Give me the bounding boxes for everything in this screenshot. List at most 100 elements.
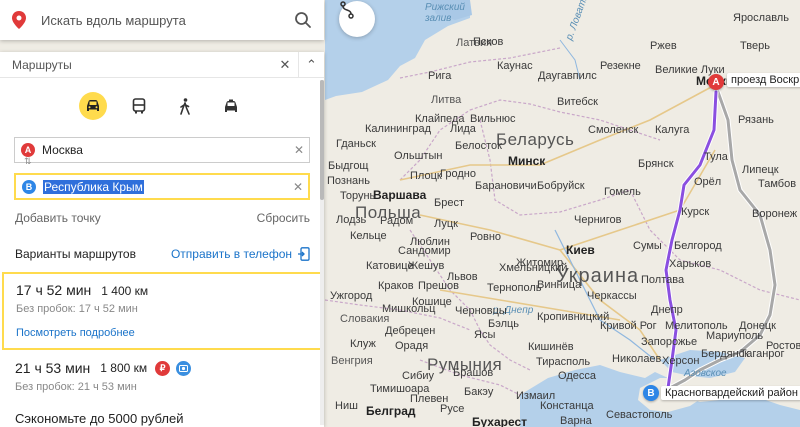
city-label: Ровно xyxy=(470,231,502,243)
panel-scrollbar[interactable] xyxy=(320,80,324,425)
city-label: Хмельницкий xyxy=(499,262,568,274)
panel-title: Маршруты xyxy=(12,57,72,72)
reset-link[interactable]: Сбросить xyxy=(257,211,310,225)
add-point-link[interactable]: Добавить точку xyxy=(15,211,101,225)
route-end-marker[interactable]: B xyxy=(643,385,659,401)
city-label: Днепр xyxy=(651,304,683,316)
search-along-route-input[interactable] xyxy=(41,12,294,28)
route-details-link[interactable]: Посмотреть подробнее xyxy=(16,327,308,339)
city-label: Тула xyxy=(704,151,728,163)
city-label: Кишинёв xyxy=(528,341,574,353)
bus-mode-button[interactable] xyxy=(125,92,153,120)
city-label: Сумы xyxy=(633,240,662,252)
city-label: Черновцы xyxy=(455,305,507,317)
city-label: Даугавпилс xyxy=(538,70,597,82)
taxi-icon xyxy=(225,99,237,112)
city-label: Тамбов xyxy=(758,178,797,190)
route-end-label: Красногвардейский район xyxy=(661,386,800,400)
point-b-marker-icon: B xyxy=(22,179,36,194)
city-label: Познань xyxy=(327,175,370,187)
city-label: Бэлць xyxy=(488,318,520,330)
route-no-traffic-time: Без пробок: 21 ч 53 мин xyxy=(15,381,137,393)
panel-scrollbar-thumb[interactable] xyxy=(320,80,324,200)
swap-points-icon[interactable]: ⇅ xyxy=(24,156,32,167)
city-label: Кельце xyxy=(350,230,387,242)
walk-icon xyxy=(180,97,190,115)
city-label: Мелитополь xyxy=(665,320,728,332)
city-label: Кошице xyxy=(412,296,452,308)
city-label: Харьков xyxy=(669,258,712,270)
city-label: Плевен xyxy=(410,393,449,405)
send-to-phone-link[interactable]: Отправить в телефон xyxy=(171,247,310,261)
city-label: Бакэу xyxy=(464,386,494,398)
route-option-2[interactable]: 21 ч 53 мин 1 800 км ₽ Без пробок: 21 ч … xyxy=(0,350,324,393)
collapse-chevron-up-icon[interactable]: ⌃ xyxy=(298,52,324,78)
city-label: Курск xyxy=(681,206,710,218)
city-label: Брест xyxy=(434,197,464,209)
city-label: Белосток xyxy=(455,140,502,152)
route-time: 21 ч 53 мин xyxy=(15,360,91,376)
route-option-1[interactable]: 17 ч 52 мин 1 400 км Без пробок: 17 ч 52… xyxy=(2,272,322,350)
bus-icon xyxy=(132,98,146,114)
city-label: Краков xyxy=(378,280,414,292)
car-mode-button[interactable] xyxy=(79,92,107,120)
city-label: Ужгород xyxy=(330,290,373,302)
city-label: Белгород xyxy=(674,240,722,252)
city-label: Луцк xyxy=(434,218,458,230)
taxi-mode-button[interactable] xyxy=(217,92,245,120)
city-label: Кривой Рог xyxy=(600,320,657,332)
city-label: Кропивницкий xyxy=(537,311,610,323)
city-label: Прешов xyxy=(418,280,459,292)
route-start-marker[interactable]: A xyxy=(708,74,724,90)
city-label: Барановичи xyxy=(475,180,537,192)
city-label: Рига xyxy=(428,70,452,82)
route-icon xyxy=(340,1,354,19)
city-label: Лодзь xyxy=(336,214,367,226)
clear-point-a-icon[interactable]: ✕ xyxy=(289,143,309,157)
city-label: Тирасполь xyxy=(536,356,591,368)
search-icon[interactable] xyxy=(294,11,312,29)
city-label: Николаев xyxy=(612,353,662,365)
phone-icon xyxy=(298,247,310,261)
route-search-bar xyxy=(0,0,324,40)
city-label: Ниш xyxy=(335,400,358,412)
route-start-label: проезд Воскр xyxy=(727,73,800,87)
city-label: Воронеж xyxy=(752,208,798,220)
city-label: Гданьск xyxy=(336,138,376,150)
walk-mode-button[interactable] xyxy=(171,92,199,120)
city-label-belgrade: Белград xyxy=(366,404,416,418)
city-label: Калуга xyxy=(655,124,690,136)
route-swap-map-button[interactable] xyxy=(339,1,375,37)
transport-mode-switcher xyxy=(0,92,324,120)
city-label: Торунь xyxy=(340,190,376,202)
route-time: 17 ч 52 мин xyxy=(16,282,92,298)
location-pin-icon xyxy=(12,11,26,29)
city-label: Черкассы xyxy=(587,290,637,302)
city-label: Вильнюс xyxy=(470,113,516,125)
city-label: Орадя xyxy=(395,340,429,352)
routes-panel-header: Маршруты ✕ ⌃ xyxy=(0,52,324,78)
route-point-a-field[interactable]: A Москва ✕ xyxy=(14,137,310,163)
city-label: Катовице xyxy=(366,260,414,272)
city-label: Дебрецен xyxy=(385,325,436,337)
city-label: Тверь xyxy=(740,40,770,52)
city-label: Севастополь xyxy=(606,409,673,421)
city-label: Констанца xyxy=(540,400,594,412)
point-a-marker-icon: A xyxy=(21,143,35,157)
route-point-b-field[interactable]: B Республика Крым ✕ xyxy=(14,173,310,200)
city-label-bucharest: Бухарест xyxy=(472,415,528,427)
country-label-hungary: Венгрия xyxy=(331,355,373,367)
country-label-belarus: Беларусь xyxy=(496,130,575,149)
city-label: Плоцк xyxy=(410,170,442,182)
close-icon[interactable]: ✕ xyxy=(272,52,298,78)
city-label: Одесса xyxy=(558,370,596,382)
clear-point-b-icon[interactable]: ✕ xyxy=(288,180,308,194)
water-label-azov: Азовское xyxy=(684,368,727,379)
city-label: Чернигов xyxy=(574,214,622,226)
camera-icon xyxy=(176,360,192,376)
city-label: Быдгощ xyxy=(328,160,369,172)
city-label: Запорожье xyxy=(641,336,698,348)
city-label: Клуж xyxy=(350,338,376,350)
city-label: Лида xyxy=(450,123,476,135)
route-no-traffic-time: Без пробок: 17 ч 52 мин xyxy=(16,303,138,315)
